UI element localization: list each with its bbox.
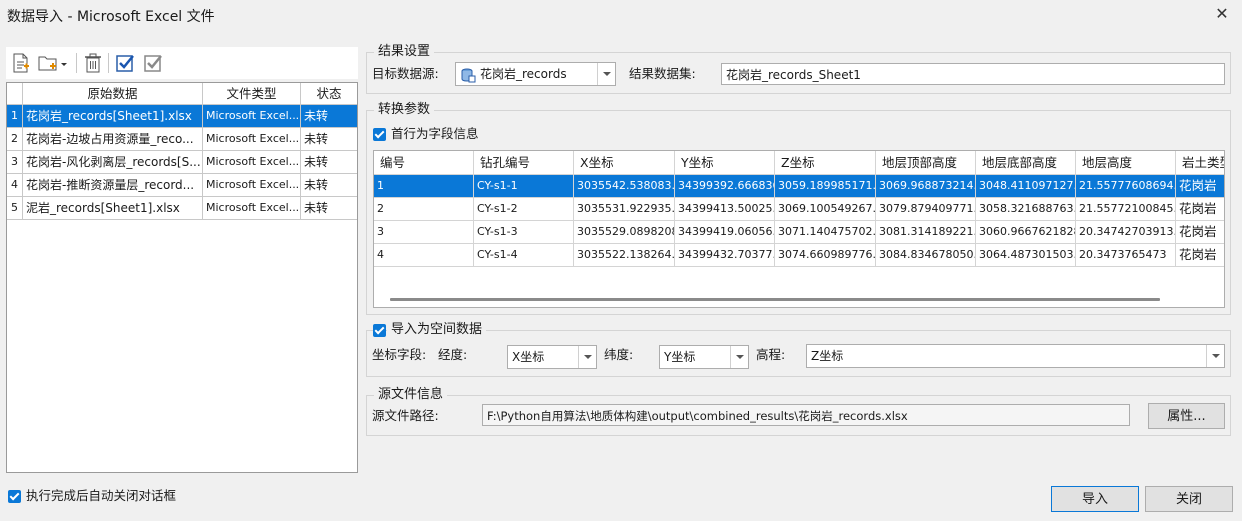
column-header[interactable]: 岩土类型 [1176,151,1224,174]
column-header[interactable]: 地层底部高度 [976,151,1076,174]
table-row[interactable]: 5 泥岩_records[Sheet1].xlsx Microsoft Exce… [7,197,357,220]
column-header[interactable]: 状态 [301,83,357,104]
horizontal-scrollbar[interactable] [390,298,1160,301]
coord-field-label: 坐标字段: [372,347,427,362]
chevron-down-icon[interactable] [1206,345,1224,367]
group-label[interactable]: 导入为空间数据 [387,322,487,338]
column-header[interactable]: 地层顶部高度 [876,151,976,174]
longitude-label: 经度: [438,347,468,362]
table-row[interactable]: 2 CY-s1-2 3035531.922935... 34399413.500… [374,198,1224,221]
target-source-combo[interactable]: 花岗岩_records [455,62,616,86]
source-path-input[interactable]: F:\Python自用算法\地质体构建\output\combined_resu… [482,404,1130,426]
elevation-combo[interactable]: Z坐标 [806,344,1225,368]
table-row[interactable]: 2 花岗岩-边坡占用资源量_reco... Microsoft Excel...… [7,128,357,151]
table-row[interactable]: 1 CY-s1-1 3035542.538083... 34399392.666… [374,175,1224,198]
title-bar: 数据导入 - Microsoft Excel 文件 ✕ [0,0,1242,30]
column-header[interactable]: X坐标 [574,151,675,174]
group-label: 结果设置 [374,44,435,60]
result-dataset-label: 结果数据集: [629,66,696,81]
longitude-combo[interactable]: X坐标 [507,345,597,369]
chevron-down-icon[interactable] [730,346,748,368]
column-header[interactable]: 钻孔编号 [474,151,574,174]
latitude-combo[interactable]: Y坐标 [659,345,749,369]
table-header: 编号 钻孔编号 X坐标 Y坐标 Z坐标 地层顶部高度 地层底部高度 地层高度 岩… [374,151,1224,175]
table-row[interactable]: 3 花岗岩-风化剥离层_records[S... Microsoft Excel… [7,151,357,174]
window-title: 数据导入 - Microsoft Excel 文件 [7,9,215,25]
column-header[interactable]: 编号 [374,151,474,174]
dropdown-arrow-icon[interactable] [59,52,69,74]
close-button[interactable]: 关闭 [1145,486,1233,512]
invert-selection-icon[interactable] [142,52,164,74]
source-path-label: 源文件路径: [372,408,439,423]
import-button[interactable]: 导入 [1051,486,1139,512]
properties-button[interactable]: 属性... [1148,403,1225,429]
source-file-list: 原始数据 文件类型 状态 1 花岗岩_records[Sheet1].xlsx … [6,82,358,473]
close-icon[interactable]: ✕ [1212,4,1232,24]
first-row-label: 首行为字段信息 [391,126,479,141]
table-row[interactable]: 3 CY-s1-3 3035529.0898208 34399419.06056… [374,221,1224,244]
table-header: 原始数据 文件类型 状态 [7,83,357,105]
chevron-down-icon[interactable] [597,63,615,85]
auto-close-checkbox[interactable] [8,490,21,503]
column-header[interactable]: 地层高度 [1076,151,1176,174]
select-all-icon[interactable] [114,52,136,74]
delete-icon[interactable] [82,52,104,74]
column-header[interactable]: 文件类型 [203,83,301,104]
add-file-icon[interactable] [10,52,32,74]
table-row[interactable]: 4 花岗岩-推断资源量层_record... Microsoft Excel..… [7,174,357,197]
column-header[interactable]: Z坐标 [775,151,876,174]
auto-close-label: 执行完成后自动关闭对话框 [26,488,177,503]
latitude-label: 纬度: [604,347,634,362]
datasource-icon [460,67,476,83]
target-source-label: 目标数据源: [372,66,439,81]
preview-grid: 编号 钻孔编号 X坐标 Y坐标 Z坐标 地层顶部高度 地层底部高度 地层高度 岩… [373,150,1225,308]
table-row[interactable]: 1 花岗岩_records[Sheet1].xlsx Microsoft Exc… [7,105,357,128]
column-header[interactable]: Y坐标 [675,151,775,174]
result-dataset-input[interactable]: 花岗岩_records_Sheet1 [721,63,1225,85]
group-label: 源文件信息 [374,387,448,403]
chevron-down-icon[interactable] [578,346,596,368]
first-row-checkbox[interactable] [373,128,386,141]
elevation-label: 高程: [756,347,786,362]
target-source-value: 花岗岩_records [480,67,567,81]
toolbar [6,47,358,79]
column-header[interactable]: 原始数据 [23,83,203,104]
group-label: 转换参数 [374,102,435,118]
add-folder-icon[interactable] [37,52,59,74]
spatial-checkbox[interactable] [373,324,386,337]
table-row[interactable]: 4 CY-s1-4 3035522.138264... 34399432.703… [374,244,1224,267]
